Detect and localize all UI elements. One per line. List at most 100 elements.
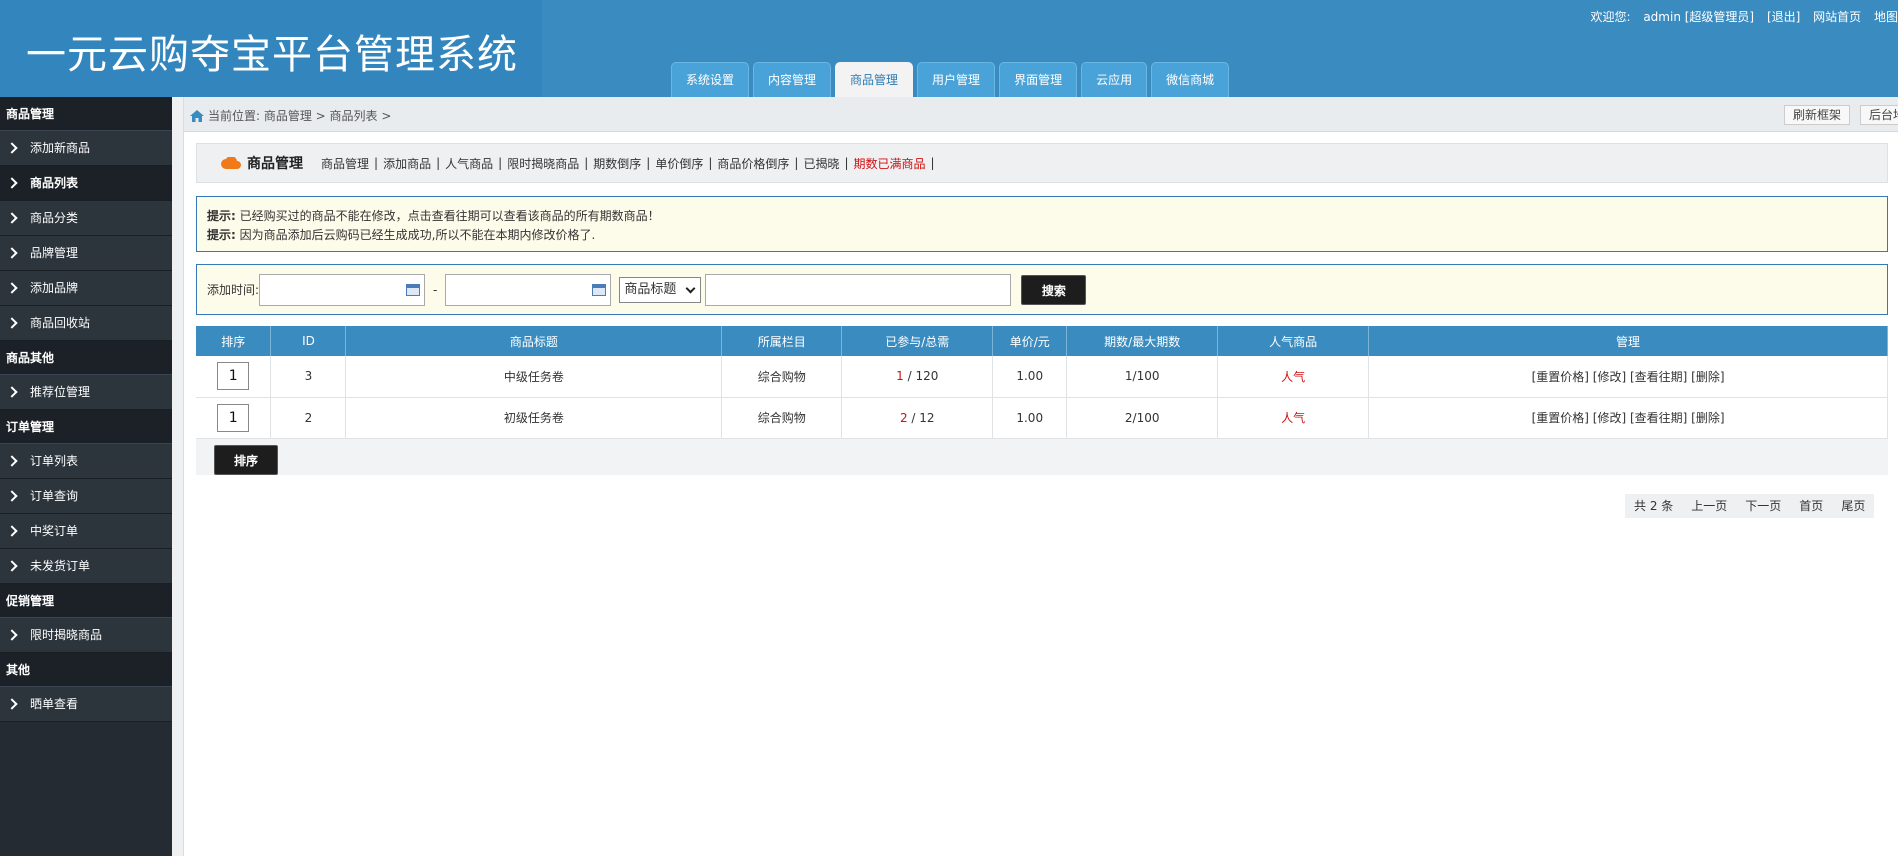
sidebar: 商品管理 添加新商品 商品列表 商品分类 品牌管理 添加品牌 商品回收站 商品其… (0, 97, 172, 856)
chevron-right-icon (6, 386, 18, 398)
subnav-link-add-product[interactable]: 添加商品 (383, 155, 431, 172)
sidebar-item-product-list[interactable]: 商品列表 (0, 166, 172, 201)
first-page-link[interactable]: 首页 (1790, 494, 1832, 518)
start-date-input[interactable] (259, 273, 426, 306)
logout-link[interactable]: [退出] (1767, 10, 1800, 24)
logo-area: 一元云购夺宝平台管理系统 (0, 0, 542, 97)
chevron-right-icon (6, 177, 18, 189)
tab-products[interactable]: 商品管理 (835, 62, 914, 97)
sidebar-item-product-category[interactable]: 商品分类 (0, 201, 172, 236)
chevron-right-icon (6, 525, 18, 537)
chevron-down-icon (685, 283, 696, 293)
sidebar-item-order-list[interactable]: 订单列表 (0, 444, 172, 479)
edit-link[interactable]: [修改] (1593, 411, 1626, 425)
column-header: 期数/最大期数 (1066, 326, 1219, 356)
map-link[interactable]: 地图 (1874, 10, 1898, 24)
order-input[interactable]: 1 (217, 403, 250, 432)
delete-link[interactable]: [删除] (1691, 370, 1724, 384)
app-title: 一元云购夺宝平台管理系统 (26, 32, 518, 78)
reset-price-link[interactable]: [重置价格] (1532, 411, 1589, 425)
actions-cell: [重置价格] [修改] [查看往期] [删除] (1368, 356, 1888, 398)
breadcrumb-path: 当前位置: 商品管理 > 商品列表 > (208, 109, 392, 123)
sidebar-item-show-orders[interactable]: 晒单查看 (0, 687, 172, 722)
sidebar-item-brand-management[interactable]: 品牌管理 (0, 236, 172, 271)
sidebar-item-label: 限时揭晓商品 (30, 627, 103, 642)
site-home-link[interactable]: 网站首页 (1813, 10, 1861, 24)
view-history-link[interactable]: [查看往期] (1630, 370, 1687, 384)
reset-price-link[interactable]: [重置价格] (1532, 370, 1589, 384)
top-links: 欢迎您: admin [超级管理员] [退出] 网站首页 地图 (1581, 8, 1898, 25)
sidebar-section-product-other: 商品其他 (0, 341, 172, 375)
last-page-link[interactable]: 尾页 (1832, 494, 1874, 518)
unit-price: 1.00 (992, 397, 1068, 439)
sidebar-section-promotions: 促销管理 (0, 584, 172, 618)
chevron-right-icon (6, 142, 18, 154)
refresh-frame-button[interactable]: 刷新框架 (1784, 105, 1851, 125)
calendar-icon[interactable] (406, 283, 421, 296)
sidebar-item-unshipped-orders[interactable]: 未发货订单 (0, 549, 172, 584)
keyword-input[interactable] (705, 273, 1012, 306)
subnav-link-unit-price-desc[interactable]: 单价倒序 (655, 155, 703, 172)
search-button[interactable]: 搜索 (1021, 274, 1087, 305)
sidebar-item-add-brand[interactable]: 添加品牌 (0, 271, 172, 306)
product-category: 综合购物 (721, 356, 843, 398)
sidebar-item-label: 添加品牌 (30, 280, 79, 295)
sidebar-item-recommend-slots[interactable]: 推荐位管理 (0, 375, 172, 410)
product-title: 初级任务卷 (345, 397, 723, 439)
subnav-link-revealed[interactable]: 已揭晓 (803, 155, 839, 172)
breadcrumb-text: 当前位置: 商品管理 > 商品列表 > (190, 107, 391, 124)
delete-link[interactable]: [删除] (1691, 411, 1724, 425)
edit-link[interactable]: [修改] (1593, 370, 1626, 384)
tab-system-settings[interactable]: 系统设置 (671, 62, 750, 97)
order-input[interactable]: 1 (217, 362, 250, 391)
chevron-right-icon (6, 560, 18, 572)
sidebar-item-recycle-bin[interactable]: 商品回收站 (0, 306, 172, 341)
sort-button[interactable]: 排序 (214, 445, 278, 475)
calendar-icon[interactable] (592, 283, 607, 296)
sidebar-item-timed-reveal[interactable]: 限时揭晓商品 (0, 618, 172, 653)
user-name: admin [超级管理员] (1643, 10, 1755, 24)
chevron-right-icon (6, 247, 18, 259)
sidebar-item-winning-orders[interactable]: 中奖订单 (0, 514, 172, 549)
view-history-link[interactable]: [查看往期] (1630, 411, 1687, 425)
next-page-link[interactable]: 下一页 (1736, 494, 1790, 518)
sidebar-item-label: 订单查询 (30, 488, 79, 503)
popular-toggle[interactable]: 人气 (1281, 370, 1305, 384)
tab-cloud-apps[interactable]: 云应用 (1081, 62, 1148, 97)
product-subnav: 商品管理 商品管理 | 添加商品 | 人气商品 | 限时揭晓商品 | 期数倒序 | 单价倒… (196, 143, 1888, 183)
tab-interface[interactable]: 界面管理 (999, 62, 1078, 97)
column-header: 排序 (196, 326, 272, 356)
sidebar-item-label: 商品分类 (30, 210, 79, 225)
participation: 1 / 120 (841, 356, 994, 398)
search-field-select[interactable]: 商品标题 (619, 276, 702, 303)
prev-page-link[interactable]: 上一页 (1682, 494, 1736, 518)
tab-content[interactable]: 内容管理 (753, 62, 832, 97)
chevron-right-icon (6, 212, 18, 224)
chevron-right-icon (6, 490, 18, 502)
sidebar-item-order-query[interactable]: 订单查询 (0, 479, 172, 514)
subnav-link-period-desc[interactable]: 期数倒序 (593, 155, 641, 172)
date-label: 添加时间: (207, 283, 260, 297)
home-icon (190, 109, 204, 122)
table-header-row: 排序 ID 商品标题 所属栏目 已参与/总需 单价/元 期数/最大期数 人气商品… (196, 326, 1888, 356)
column-header: 单价/元 (992, 326, 1068, 356)
tab-users[interactable]: 用户管理 (917, 62, 996, 97)
subnav-link-timed-reveal[interactable]: 限时揭晓商品 (507, 155, 579, 172)
date-separator: - (433, 282, 438, 297)
admin-map-button[interactable]: 后台地图 (1860, 105, 1898, 125)
select-value: 商品标题 (624, 281, 677, 297)
subnav-link-product-management[interactable]: 商品管理 (321, 155, 369, 172)
subnav-link-periods-full[interactable]: 期数已满商品 (854, 155, 926, 172)
column-header: 管理 (1368, 326, 1888, 356)
main-content: 当前位置: 商品管理 > 商品列表 > 刷新框架 后台地图 商品管理 商品管理|… (172, 97, 1898, 856)
tab-wechat-mall[interactable]: 微信商城 (1151, 62, 1230, 97)
chevron-right-icon (6, 282, 18, 294)
sidebar-item-label: 晒单查看 (30, 696, 79, 711)
sidebar-item-add-product[interactable]: 添加新商品 (0, 131, 172, 166)
end-date-input[interactable] (445, 273, 612, 306)
subnav-link-popular[interactable]: 人气商品 (445, 155, 493, 172)
popular-toggle[interactable]: 人气 (1281, 411, 1305, 425)
column-header: ID (270, 326, 347, 356)
subnav-link-price-desc[interactable]: 商品价格倒序 (717, 155, 789, 172)
total-needed: / 12 (911, 410, 935, 425)
